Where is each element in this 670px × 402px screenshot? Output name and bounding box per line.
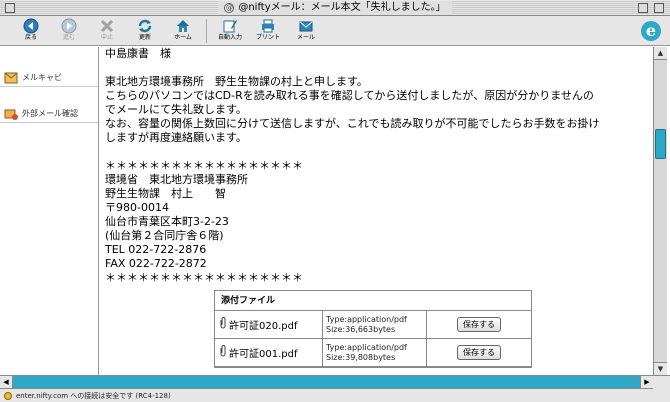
- attachment-filename[interactable]: 許可証001.pdf: [229, 345, 297, 360]
- home-button[interactable]: ホーム: [164, 16, 202, 46]
- mail-icon: [298, 18, 314, 34]
- forward-button[interactable]: 進む: [50, 16, 88, 46]
- forward-button-label: 進む: [62, 34, 75, 41]
- message-line: でメールにて失礼致します。: [105, 103, 247, 116]
- refresh-button[interactable]: 更新: [126, 16, 164, 46]
- print-icon: [260, 18, 276, 34]
- attachments-table: 添付ファイル 許可証020.pdf Type:application/pdf S…: [214, 290, 532, 368]
- attachment-row: 許可証020.pdf Type:application/pdf Size:36,…: [215, 311, 531, 339]
- document-icon: @: [224, 3, 235, 13]
- refresh-icon: [137, 18, 153, 34]
- back-arrow-icon: [23, 18, 39, 34]
- scroll-up-icon[interactable]: ▲: [654, 47, 667, 60]
- stop-icon: [99, 18, 115, 34]
- attachment-size: Size:39,808bytes: [326, 352, 396, 362]
- paperclip-icon: [219, 345, 227, 360]
- save-attachment-button[interactable]: 保存する: [457, 317, 501, 332]
- message-line: 中島康書 様: [105, 47, 171, 60]
- browser-logo-icon[interactable]: e: [638, 18, 664, 44]
- message-line: 環境省 東北地方環境事務所: [105, 173, 248, 186]
- sidebar-item-external-mail[interactable]: 外部メール確認: [0, 105, 98, 123]
- message-line: [105, 61, 645, 75]
- message-line: こちらのパソコンではCD-Rを読み取れる事を確認してから送付しましたが、原因が分…: [105, 89, 594, 102]
- status-text: enter.nifty.com への接続は安全です (RC4-128): [16, 392, 171, 400]
- message-line: 仙台市青葉区本町3-2-23: [105, 215, 229, 228]
- message-body: 中島康書 様 東北地方環境事務所 野生生物課の村上と申します。 こちらのパソコン…: [105, 47, 645, 285]
- print-button[interactable]: プリント: [249, 16, 287, 46]
- mail-button[interactable]: メール: [287, 16, 325, 46]
- toolbar-separator: [206, 19, 207, 43]
- mail-button-label: メール: [296, 34, 315, 41]
- svg-text:e: e: [646, 21, 656, 40]
- sidebar-item-label: メルキャビ: [22, 73, 62, 82]
- back-button[interactable]: 戻る: [12, 16, 50, 46]
- mail-cabinet-icon: [4, 71, 18, 85]
- message-line: TEL 022-722-2876: [105, 243, 207, 256]
- message-line: ＊＊＊＊＊＊＊＊＊＊＊＊＊＊＊＊＊＊: [105, 159, 303, 172]
- window-title: @niftyメール：メール本文「失礼しました。」: [238, 2, 446, 13]
- autofill-icon: [222, 18, 238, 34]
- title-bar: @ @niftyメール：メール本文「失礼しました。」: [0, 0, 670, 16]
- print-button-label: プリント: [255, 34, 280, 41]
- title-wrap: @ @niftyメール：メール本文「失礼しました。」: [0, 0, 670, 16]
- status-line: enter.nifty.com への接続は安全です (RC4-128): [0, 389, 670, 402]
- external-mail-icon: [4, 107, 18, 121]
- stop-button[interactable]: 中止: [88, 16, 126, 46]
- paperclip-icon: [219, 317, 227, 332]
- home-icon: [175, 18, 191, 34]
- forward-arrow-icon: [61, 18, 77, 34]
- attachment-action-cell: 保存する: [427, 311, 531, 338]
- window-title-container: @ @niftyメール：メール本文「失礼しました。」: [218, 1, 452, 15]
- message-line: ＊＊＊＊＊＊＊＊＊＊＊＊＊＊＊＊＊＊: [105, 271, 303, 284]
- secure-lock-icon: [4, 392, 12, 400]
- sidebar-item-label: 外部メール確認: [22, 109, 78, 118]
- message-content[interactable]: 中島康書 様 東北地方環境事務所 野生生物課の村上と申します。 こちらのパソコン…: [100, 47, 653, 375]
- attachment-meta-cell: Type:application/pdf Size:39,808bytes: [323, 339, 427, 366]
- scroll-left-icon[interactable]: ◀: [0, 376, 13, 388]
- message-line: 東北地方環境事務所 野生生物課の村上と申します。: [105, 75, 368, 88]
- attachment-size: Size:36,663bytes: [326, 324, 396, 334]
- attachment-name-cell[interactable]: 許可証020.pdf: [215, 311, 323, 338]
- message-line: FAX 022-722-2872: [105, 257, 207, 270]
- vertical-scrollbar[interactable]: ▲ ▼: [653, 47, 667, 375]
- sidebar-item-mail-cabinet[interactable]: メルキャビ: [0, 69, 98, 87]
- attachment-row: 許可証001.pdf Type:application/pdf Size:39,…: [215, 339, 531, 367]
- sidebar: メルキャビ 外部メール確認: [0, 47, 99, 375]
- collapse-window-button[interactable]: [654, 3, 664, 13]
- scroll-down-icon[interactable]: ▼: [654, 362, 667, 375]
- autofill-button[interactable]: 自動入力: [211, 16, 249, 46]
- attachment-filename[interactable]: 許可証020.pdf: [229, 317, 297, 332]
- back-button-label: 戻る: [24, 34, 37, 41]
- scroll-right-icon[interactable]: ▶: [640, 376, 653, 388]
- save-attachment-button[interactable]: 保存する: [457, 345, 501, 360]
- attachment-action-cell: 保存する: [427, 339, 531, 366]
- attachment-type: Type:application/pdf: [326, 314, 407, 324]
- scrollbar-thumb[interactable]: [655, 129, 666, 159]
- message-line: 野生生物課 村上 智: [105, 187, 226, 200]
- message-line: しますが再度連絡願います。: [105, 131, 247, 144]
- autofill-button-label: 自動入力: [217, 34, 242, 41]
- attachment-type: Type:application/pdf: [326, 342, 407, 352]
- browser-toolbar: 戻る 進む 中止 更新 ホーム 自動入力 プリント メール: [0, 16, 670, 46]
- attachment-name-cell[interactable]: 許可証001.pdf: [215, 339, 323, 366]
- refresh-button-label: 更新: [138, 34, 151, 41]
- stop-button-label: 中止: [100, 34, 113, 41]
- message-line: (仙台第２合同庁舎６階): [105, 229, 224, 242]
- horizontal-scrollbar[interactable]: ◀ ▶: [0, 376, 653, 389]
- attachment-meta-cell: Type:application/pdf Size:36,663bytes: [323, 311, 427, 338]
- zoom-window-button[interactable]: [638, 3, 648, 13]
- status-bar: ◀ ▶ enter.nifty.com への接続は安全です (RC4-128): [0, 375, 670, 402]
- message-line: なお、容量の関係上数回に分けて送信しますが、これでも読み取りが不可能でしたらお手…: [105, 117, 600, 130]
- message-line: 〒980-0014: [105, 201, 169, 214]
- attachments-header: 添付ファイル: [215, 291, 531, 311]
- home-button-label: ホーム: [174, 34, 192, 41]
- message-line: [105, 145, 645, 159]
